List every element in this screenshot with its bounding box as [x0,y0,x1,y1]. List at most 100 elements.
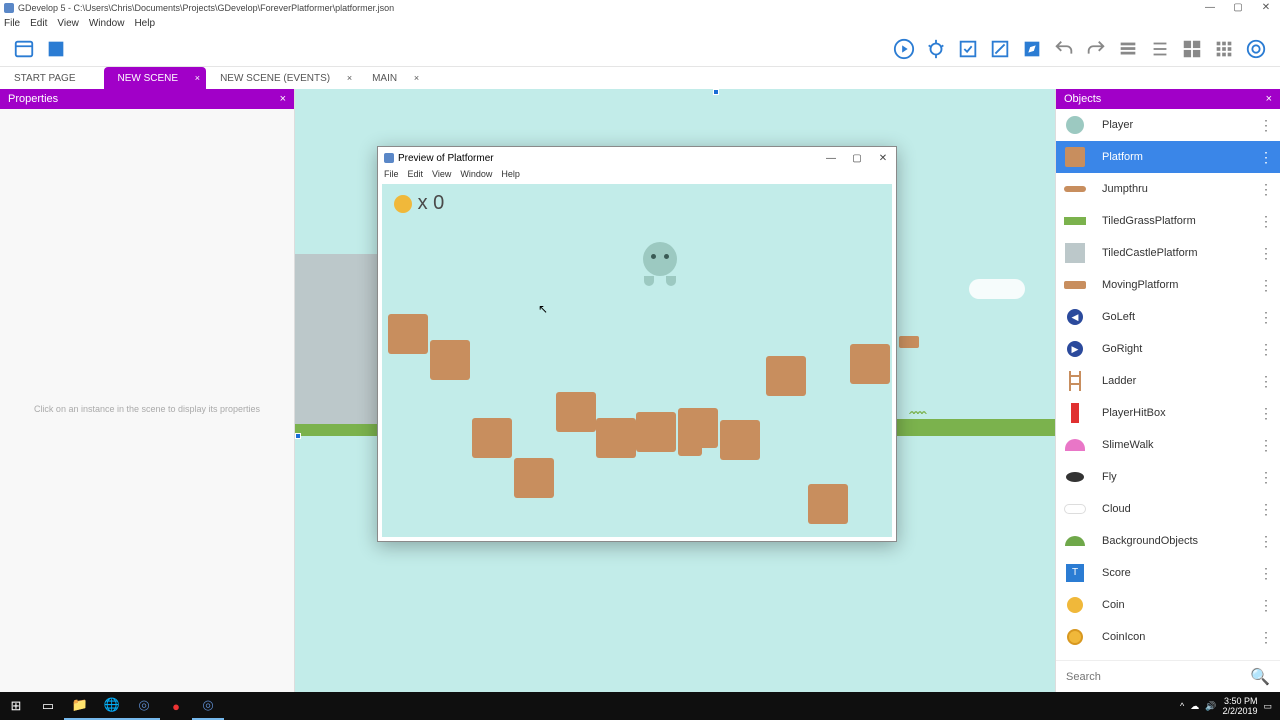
preview-menu-help[interactable]: Help [501,169,520,184]
export-icon[interactable] [44,37,68,61]
tray-chevron-up-icon[interactable]: ^ [1180,701,1184,711]
toggle-grid-icon[interactable] [1244,37,1268,61]
gdevelop-taskbar-icon[interactable]: ◎ [128,692,160,720]
preview-maximize-button[interactable]: ▢ [844,153,870,164]
preview-menu-file[interactable]: File [384,169,399,184]
menu-help[interactable]: Help [134,18,155,29]
object-item-fly[interactable]: Fly⋮ [1056,461,1280,493]
object-item-slimewalk[interactable]: SlimeWalk⋮ [1056,429,1280,461]
project-manager-icon[interactable] [12,37,36,61]
object-item-playerhitbox[interactable]: PlayerHitBox⋮ [1056,397,1280,429]
system-tray[interactable]: ^ ☁ 🔊 3:50 PM 2/2/2019 ▭ [1180,696,1280,716]
debug-icon[interactable] [924,37,948,61]
objects-list-icon[interactable] [1116,37,1140,61]
more-options-icon[interactable]: ⋮ [1259,149,1272,166]
chrome-taskbar-icon[interactable]: 🌐 [96,692,128,720]
object-item-goright[interactable]: ▶GoRight⋮ [1056,333,1280,365]
selection-handle[interactable] [713,89,719,95]
menu-view[interactable]: View [57,18,79,29]
preview-minimize-button[interactable]: — [818,153,844,164]
tab-main[interactable]: MAIN× [358,67,425,89]
object-item-goleft[interactable]: ◀GoLeft⋮ [1056,301,1280,333]
start-button[interactable]: ⊞ [0,692,32,720]
more-options-icon[interactable]: ⋮ [1259,437,1272,454]
object-item-player[interactable]: Player⋮ [1056,109,1280,141]
preview-game-viewport[interactable]: x 0 [382,184,892,537]
tab-new-scene-events[interactable]: NEW SCENE (EVENTS)× [206,67,358,89]
close-icon[interactable]: × [1266,93,1272,105]
gdevelop-preview-taskbar-icon[interactable]: ◎ [192,692,224,720]
tray-notifications-icon[interactable]: ▭ [1263,701,1272,712]
window-close-button[interactable]: ✕ [1252,2,1280,13]
object-item-backgroundobjects[interactable]: BackgroundObjects⋮ [1056,525,1280,557]
preview-menu-view[interactable]: View [432,169,451,184]
search-input[interactable] [1066,671,1250,683]
close-icon[interactable]: × [414,73,419,83]
tray-volume-icon[interactable]: 🔊 [1205,701,1216,712]
file-explorer-taskbar-icon[interactable]: 📁 [64,692,96,720]
more-options-icon[interactable]: ⋮ [1259,405,1272,422]
object-item-coinicon[interactable]: CoinIcon⋮ [1056,621,1280,653]
more-options-icon[interactable]: ⋮ [1259,469,1272,486]
window-minimize-button[interactable]: — [1196,2,1224,13]
edit-layer-icon[interactable] [1020,37,1044,61]
more-options-icon[interactable]: ⋮ [1259,245,1272,262]
cloud-instance[interactable] [969,279,1025,299]
objects-list[interactable]: Player⋮Platform⋮Jumpthru⋮TiledGrassPlatf… [1056,109,1280,660]
object-item-ladder[interactable]: Ladder⋮ [1056,365,1280,397]
castle-platform-instance[interactable] [295,254,377,424]
object-item-tiledgrassplatform[interactable]: TiledGrassPlatform⋮ [1056,205,1280,237]
menu-file[interactable]: File [4,18,20,29]
more-options-icon[interactable]: ⋮ [1259,341,1272,358]
preview-menu-bar: File Edit View Window Help [378,169,896,184]
tab-new-scene[interactable]: NEW SCENE× [104,67,207,89]
object-groups-icon[interactable] [1148,37,1172,61]
preview-menu-window[interactable]: Window [460,169,492,184]
redo-icon[interactable] [1084,37,1108,61]
open-scene-editor-icon[interactable] [956,37,980,61]
more-options-icon[interactable]: ⋮ [1259,373,1272,390]
open-events-editor-icon[interactable] [988,37,1012,61]
platform-instance[interactable] [899,336,919,348]
object-item-movingplatform[interactable]: MovingPlatform⋮ [1056,269,1280,301]
instances-list-icon[interactable] [1180,37,1204,61]
menu-window[interactable]: Window [89,18,125,29]
properties-placeholder-text: Click on an instance in the scene to dis… [0,404,294,414]
more-options-icon[interactable]: ⋮ [1259,309,1272,326]
undo-icon[interactable] [1052,37,1076,61]
more-options-icon[interactable]: ⋮ [1259,117,1272,134]
search-icon[interactable]: 🔍 [1250,667,1270,687]
layers-icon[interactable] [1212,37,1236,61]
object-item-score[interactable]: TScore⋮ [1056,557,1280,589]
tray-clock[interactable]: 3:50 PM 2/2/2019 [1222,696,1257,716]
play-preview-icon[interactable] [892,37,916,61]
menu-edit[interactable]: Edit [30,18,47,29]
more-options-icon[interactable]: ⋮ [1259,629,1272,646]
tray-onedrive-icon[interactable]: ☁ [1190,701,1199,712]
close-icon[interactable]: × [280,93,286,105]
tab-start-page[interactable]: START PAGE [0,67,104,89]
task-view-button[interactable]: ▭ [32,692,64,720]
more-options-icon[interactable]: ⋮ [1259,277,1272,294]
more-options-icon[interactable]: ⋮ [1259,501,1272,518]
close-icon[interactable]: × [347,73,352,83]
object-item-jumpthru[interactable]: Jumpthru⋮ [1056,173,1280,205]
window-maximize-button[interactable]: ▢ [1224,2,1252,13]
coin-icon [394,195,412,213]
more-options-icon[interactable]: ⋮ [1259,565,1272,582]
more-options-icon[interactable]: ⋮ [1259,597,1272,614]
more-options-icon[interactable]: ⋮ [1259,213,1272,230]
object-item-coin[interactable]: Coin⋮ [1056,589,1280,621]
preview-menu-edit[interactable]: Edit [408,169,424,184]
preview-close-button[interactable]: ✕ [870,153,896,164]
selection-handle[interactable] [295,433,301,439]
more-options-icon[interactable]: ⋮ [1259,533,1272,550]
object-item-tiledcastleplatform[interactable]: TiledCastlePlatform⋮ [1056,237,1280,269]
object-item-platform[interactable]: Platform⋮ [1056,141,1280,173]
platform-sprite [388,314,428,354]
recording-taskbar-icon[interactable]: ● [160,692,192,720]
close-icon[interactable]: × [195,73,200,83]
scene-editor-canvas[interactable]: ˆˆˆˆ Preview of Platformer — ▢ ✕ File Ed… [295,89,1055,692]
object-item-cloud[interactable]: Cloud⋮ [1056,493,1280,525]
more-options-icon[interactable]: ⋮ [1259,181,1272,198]
